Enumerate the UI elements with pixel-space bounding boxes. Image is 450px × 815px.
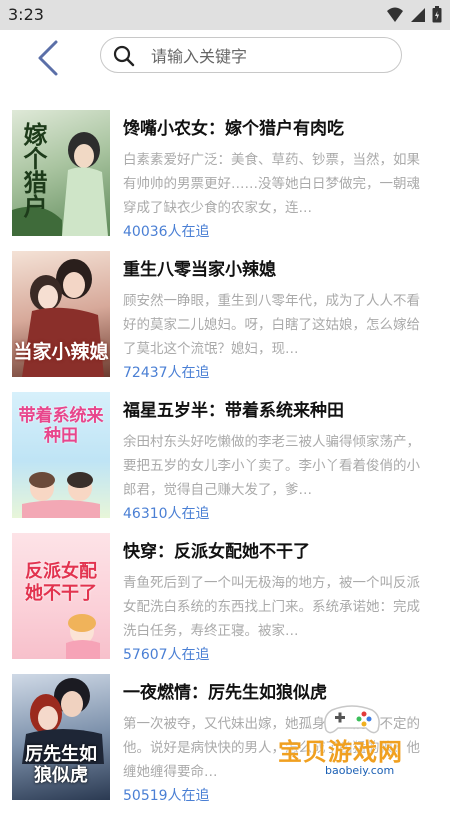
signal-icon xyxy=(411,7,425,22)
book-title[interactable]: 馋嘴小农女：嫁个猎户有肉吃 xyxy=(123,114,344,139)
battery-icon xyxy=(432,6,442,23)
book-title[interactable]: 快穿：反派女配她不干了 xyxy=(123,537,310,562)
cover-title: 带着系统来种田 xyxy=(18,406,104,446)
book-cover[interactable]: 当家小辣媳 xyxy=(12,251,110,377)
book-readers: 72437人在追 xyxy=(123,365,210,381)
search-header xyxy=(0,30,450,90)
search-input[interactable] xyxy=(149,43,393,69)
back-button[interactable] xyxy=(28,38,68,78)
book-list-item[interactable]: 嫁个猎户 馋嘴小农女：嫁个猎户有肉吃 白素素爱好广泛：美食、草药、钞票，当然，如… xyxy=(0,110,450,251)
book-title[interactable]: 重生八零当家小辣媳 xyxy=(123,255,276,280)
book-cover[interactable]: 嫁个猎户 xyxy=(12,110,110,236)
site-watermark: 宝贝游戏网 baobeiy.com xyxy=(260,702,430,782)
book-readers: 46310人在追 xyxy=(123,506,210,522)
book-readers: 57607人在追 xyxy=(123,647,210,663)
book-title[interactable]: 福星五岁半：带着系统来种田 xyxy=(123,396,344,421)
book-list-item[interactable]: 反派女配她不干了 快穿：反派女配她不干了 青鱼死后到了一个叫无极海的地方，被一个… xyxy=(0,533,450,674)
wifi-icon xyxy=(387,7,403,22)
search-icon xyxy=(113,45,135,67)
status-icons xyxy=(386,6,442,23)
cover-title: 反派女配她不干了 xyxy=(25,561,97,604)
status-bar: 3:23 xyxy=(0,0,450,30)
book-readers: 40036人在追 xyxy=(123,224,210,240)
cover-title: 当家小辣媳 xyxy=(13,341,109,363)
book-list-item[interactable]: 带着系统来种田 福星五岁半：带着系统来种田 余田村东头好吃懒做的李老三被人骗得倾… xyxy=(0,392,450,533)
book-readers: 50519人在追 xyxy=(123,788,210,804)
watermark-url: baobeiy.com xyxy=(322,764,398,777)
book-cover[interactable]: 反派女配她不干了 xyxy=(12,533,110,659)
book-cover[interactable]: 厉先生如狼似虎 xyxy=(12,674,110,800)
book-description: 青鱼死后到了一个叫无极海的地方，被一个叫反派女配洗白系统的东西找上门来。系统承诺… xyxy=(123,575,420,639)
cover-title: 厉先生如狼似虎 xyxy=(25,744,97,786)
gamepad-icon xyxy=(324,705,380,734)
status-time: 3:23 xyxy=(8,5,44,24)
book-description: 白素素爱好广泛：美食、草药、钞票，当然，如果有帅帅的男票更好……没等她白日梦做完… xyxy=(123,152,420,216)
book-cover[interactable]: 带着系统来种田 xyxy=(12,392,110,518)
cover-title: 嫁个猎户 xyxy=(19,122,48,218)
book-description: 余田村东头好吃懒做的李老三被人骗得倾家荡产，要把五岁的女儿李小丫卖了。李小丫看着… xyxy=(123,434,420,498)
book-title[interactable]: 一夜燃情：厉先生如狼似虎 xyxy=(123,678,327,703)
watermark-text: 宝贝游戏网 xyxy=(278,738,403,766)
book-description: 顾安然一睁眼，重生到八零年代，成为了人人不看好的莫家二儿媳妇。呀，白瞎了这姑娘，… xyxy=(123,293,420,357)
book-list-item[interactable]: 当家小辣媳 重生八零当家小辣媳 顾安然一睁眼，重生到八零年代，成为了人人不看好的… xyxy=(0,251,450,392)
chevron-left-icon xyxy=(38,40,58,76)
search-box[interactable] xyxy=(100,37,402,73)
